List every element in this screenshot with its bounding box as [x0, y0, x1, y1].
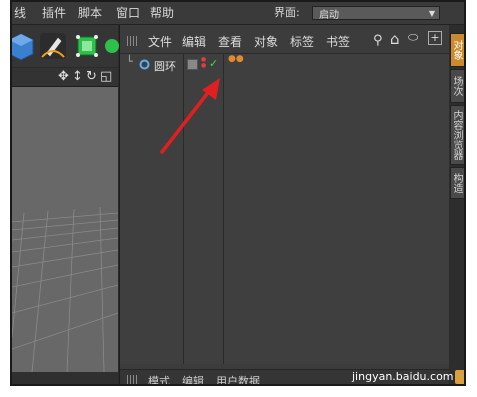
pen-tool-icon[interactable] [38, 31, 68, 61]
rotate-view-icon[interactable]: ↻ [86, 69, 97, 84]
cinema4d-window: 线 插件 脚本 窗口 帮助 界面: 启动 ▼ ✥ ↕ ↻ ◱ 文件 编辑 查看 … [10, 0, 466, 386]
attr-menu-edit[interactable]: 编辑 [182, 373, 204, 384]
om-menu-tags[interactable]: 标签 [290, 33, 314, 50]
om-menu-edit[interactable]: 编辑 [182, 33, 206, 50]
floor-grid [12, 87, 118, 372]
watermark-text: jingyan.baidu.com [352, 370, 454, 383]
object-list: └ 圆环 ● ● ✓ ●● [120, 53, 450, 364]
attr-menu-mode[interactable]: 模式 [148, 373, 170, 384]
3d-viewport[interactable] [12, 87, 118, 372]
enabled-check-icon[interactable]: ✓ [209, 57, 218, 70]
app-menubar: 线 插件 脚本 窗口 帮助 界面: 启动 ▼ [12, 2, 464, 25]
visibility-dots-icon[interactable]: ● ● [201, 57, 206, 69]
toggle-icon[interactable]: ⬭ [408, 30, 418, 45]
viewport-header: ✥ ↕ ↻ ◱ [12, 68, 118, 87]
layout-select[interactable]: 启动 ▼ [312, 6, 440, 21]
zoom-view-icon[interactable]: ↕ [72, 69, 83, 84]
search-icon[interactable]: ⚲ [373, 33, 383, 48]
om-menu-file[interactable]: 文件 [148, 33, 172, 50]
material-tag-icon[interactable]: ●● [228, 55, 244, 64]
viewport-statusbar [12, 372, 118, 384]
hierarchy-line-icon: └ [126, 55, 133, 68]
menu-item-plugins[interactable]: 插件 [42, 4, 66, 21]
home-icon[interactable]: ⌂ [390, 30, 400, 48]
toggle-view-icon[interactable]: ◱ [100, 69, 112, 84]
menu-item-mograph[interactable]: 线 [14, 4, 26, 21]
object-manager-menubar: 文件 编辑 查看 对象 标签 书签 ⚲ ⌂ ⬭ + [120, 29, 450, 51]
object-name[interactable]: 圆环 [154, 58, 176, 74]
layer-swatch-icon[interactable] [187, 59, 198, 70]
move-view-icon[interactable]: ✥ [58, 69, 69, 84]
menu-item-script[interactable]: 脚本 [78, 4, 102, 21]
panel-grip-icon[interactable] [127, 375, 139, 384]
tab-content-browser[interactable]: 内容浏览器 [450, 105, 464, 165]
menu-item-help[interactable]: 帮助 [150, 4, 174, 21]
object-manager-panel: 文件 编辑 查看 对象 标签 书签 ⚲ ⌂ ⬭ + └ 圆环 ● ● ✓ ●● … [119, 25, 450, 384]
object-row-torus[interactable]: └ 圆环 ● ● ✓ ●● [120, 55, 450, 74]
torus-object-icon [139, 59, 150, 70]
cube-tool-icon[interactable] [10, 31, 36, 61]
tab-takes[interactable]: 场次 [450, 69, 464, 103]
attr-menu-userdata[interactable]: 用户数据 [216, 373, 260, 384]
new-panel-icon[interactable]: + [428, 31, 442, 45]
om-menu-bookmarks[interactable]: 书签 [326, 33, 350, 50]
layout-value: 启动 [319, 10, 339, 21]
tab-objects[interactable]: 对象 [450, 33, 464, 67]
layout-label: 界面: [274, 6, 300, 19]
baidu-logo-icon [455, 370, 464, 384]
om-menu-objects[interactable]: 对象 [254, 33, 278, 50]
subdivision-tool-icon[interactable] [72, 31, 102, 61]
tool-palette [10, 25, 119, 67]
panel-grip-icon[interactable] [127, 36, 139, 46]
tab-structure[interactable]: 构造 [450, 167, 464, 199]
om-menu-view[interactable]: 查看 [218, 33, 242, 50]
chevron-down-icon: ▼ [428, 9, 435, 18]
right-tab-strip: 对象 场次 内容浏览器 构造 [449, 25, 464, 384]
annotation-arrow [160, 78, 220, 154]
menu-item-window[interactable]: 窗口 [116, 4, 140, 21]
